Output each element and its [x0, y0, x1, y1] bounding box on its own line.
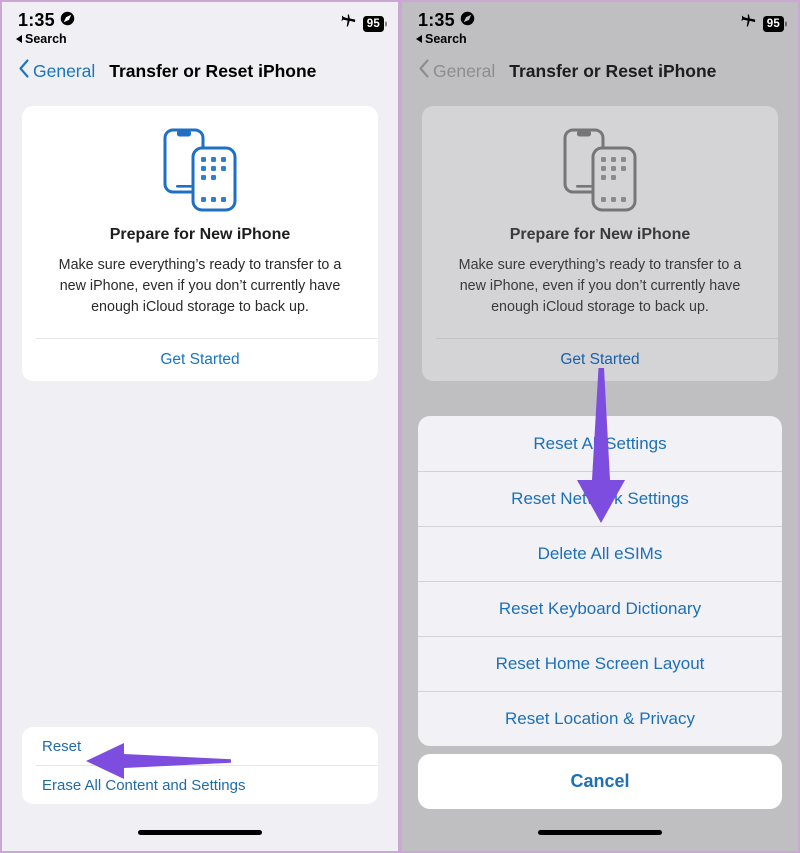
reset-options-card: Reset Erase All Content and Settings	[22, 727, 378, 804]
prepare-card-body: Prepare for New iPhone Make sure everyth…	[422, 106, 778, 338]
get-started-button[interactable]: Get Started	[22, 339, 378, 381]
two-iphones-icon	[48, 128, 352, 212]
navigation-bar: General Transfer or Reset iPhone	[404, 50, 796, 92]
home-indicator[interactable]	[538, 830, 662, 835]
airplane-mode-icon	[341, 14, 356, 34]
chevron-left-icon	[418, 59, 430, 83]
status-bar: 1:35 Search 95	[404, 4, 796, 50]
status-right-group: 95	[341, 14, 384, 34]
back-button[interactable]: General	[18, 59, 95, 83]
erase-all-content-row[interactable]: Erase All Content and Settings	[22, 766, 378, 804]
reset-action-sheet: Reset All Settings Reset Network Setting…	[418, 416, 782, 809]
prepare-for-new-iphone-card: Prepare for New iPhone Make sure everyth…	[22, 106, 378, 382]
prepare-card-title: Prepare for New iPhone	[509, 226, 691, 243]
battery-indicator: 95	[762, 16, 784, 32]
status-time: 1:35	[18, 10, 55, 30]
action-sheet-option-reset-keyboard-dictionary[interactable]: Reset Keyboard Dictionary	[418, 581, 782, 636]
back-to-app-label: Search	[25, 32, 67, 46]
cancel-button[interactable]: Cancel	[418, 754, 782, 809]
back-button-label: General	[433, 60, 496, 81]
airplane-mode-icon	[741, 14, 756, 34]
action-sheet-option-reset-location-privacy[interactable]: Reset Location & Privacy	[418, 691, 782, 746]
right-phone-panel: 1:35 Search 95 General Transfer or Reset…	[400, 0, 800, 853]
action-sheet-option-reset-network-settings[interactable]: Reset Network Settings	[418, 471, 782, 526]
back-to-app-indicator[interactable]: Search	[16, 32, 382, 46]
triangle-left-icon	[416, 35, 422, 43]
page-title: Transfer or Reset iPhone	[509, 60, 717, 81]
back-to-app-label: Search	[425, 32, 467, 46]
back-button-label: General	[33, 60, 96, 81]
status-right-group: 95	[741, 14, 784, 34]
left-phone-panel: 1:35 Search 95 General Transfer or Reset…	[0, 0, 400, 853]
reset-row[interactable]: Reset	[22, 727, 378, 765]
prepare-card-title: Prepare for New iPhone	[109, 226, 291, 243]
battery-indicator: 95	[362, 16, 384, 32]
location-arrow-icon	[460, 10, 475, 31]
right-screen: 1:35 Search 95 General Transfer or Reset…	[404, 4, 796, 849]
home-indicator[interactable]	[138, 830, 262, 835]
status-time-group: 1:35	[18, 10, 382, 31]
location-arrow-icon	[60, 10, 75, 31]
left-screen: 1:35 Search 95 General Transfer or Reset…	[4, 4, 396, 849]
action-sheet-option-reset-home-screen-layout[interactable]: Reset Home Screen Layout	[418, 636, 782, 691]
triangle-left-icon	[16, 35, 22, 43]
chevron-left-icon	[18, 59, 30, 83]
two-iphones-icon	[448, 128, 752, 212]
action-sheet-option-reset-all-settings[interactable]: Reset All Settings	[418, 416, 782, 471]
get-started-button[interactable]: Get Started	[422, 339, 778, 381]
page-title: Transfer or Reset iPhone	[109, 60, 317, 81]
prepare-card-description: Make sure everything’s ready to transfer…	[58, 257, 342, 316]
action-sheet-options: Reset All Settings Reset Network Setting…	[418, 416, 782, 746]
navigation-bar: General Transfer or Reset iPhone	[4, 50, 396, 92]
comparison-screenshot: 1:35 Search 95 General Transfer or Reset…	[0, 0, 800, 853]
action-sheet-option-delete-all-esims[interactable]: Delete All eSIMs	[418, 526, 782, 581]
prepare-card-body: Prepare for New iPhone Make sure everyth…	[22, 106, 378, 338]
prepare-for-new-iphone-card: Prepare for New iPhone Make sure everyth…	[422, 106, 778, 382]
back-to-app-indicator[interactable]: Search	[416, 32, 782, 46]
status-time-group: 1:35	[418, 10, 782, 31]
status-bar: 1:35 Search 95	[4, 4, 396, 50]
prepare-card-description: Make sure everything’s ready to transfer…	[458, 257, 742, 316]
status-time: 1:35	[418, 10, 455, 30]
back-button[interactable]: General	[418, 59, 495, 83]
